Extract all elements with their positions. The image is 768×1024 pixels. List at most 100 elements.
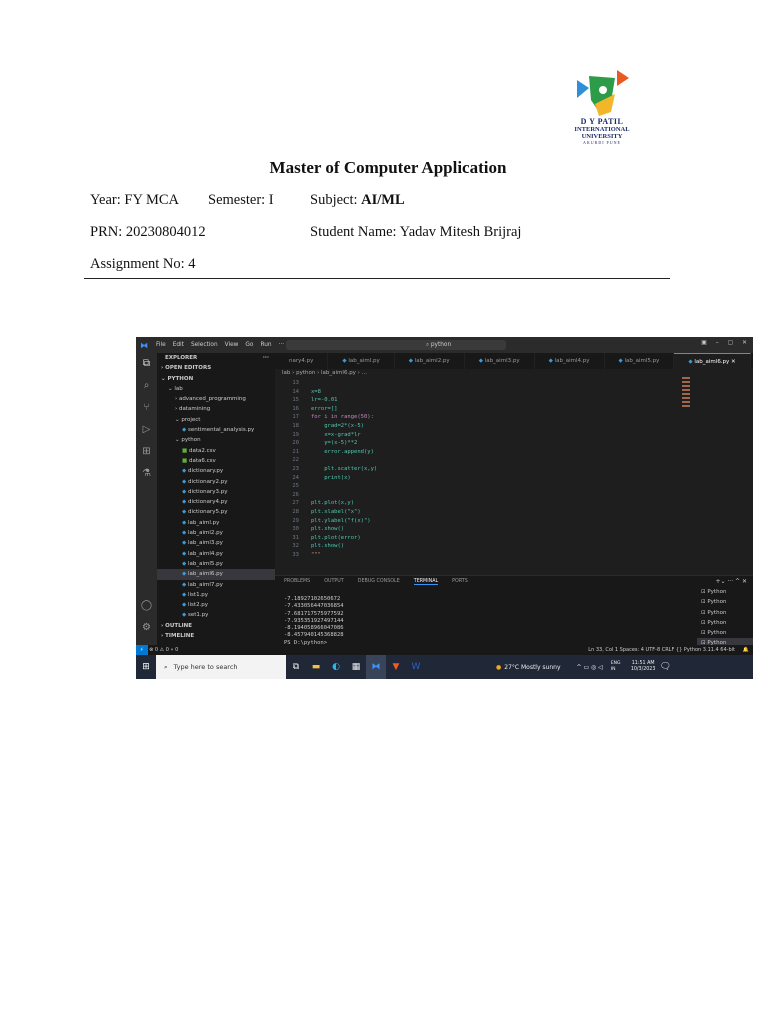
explorer-item-label: › OUTLINE	[161, 622, 192, 629]
status-info[interactable]: Ln 33, Col 1 Spaces: 4 UTF-8 CRLF {} Pyt…	[588, 645, 735, 655]
menu-item[interactable]: Run	[260, 342, 271, 348]
explorer-item[interactable]: ◆ dictionary3.py	[157, 487, 275, 497]
task-view-icon[interactable]: ⧉	[286, 655, 306, 679]
clock[interactable]: 11:51 AM 10/3/2023	[631, 661, 656, 673]
explorer-item[interactable]: ■ data6.csv	[157, 456, 275, 466]
terminal-instance[interactable]: ⊡ Python	[697, 608, 753, 618]
explorer-item[interactable]: › advanced_programming	[157, 394, 275, 404]
editor-tab[interactable]: ◆ lab_aiml4.py	[535, 353, 605, 369]
code-line: 20 y=(x-5)**2	[275, 439, 735, 448]
explorer-item[interactable]: ◆ lab_aiml.py	[157, 518, 275, 528]
explorer-item[interactable]: ◆ sentimental_analysis.py	[157, 425, 275, 435]
command-search[interactable]: ⌕ python	[286, 340, 506, 350]
explorer-item-label: dictionary2.py	[187, 478, 228, 485]
editor-tab[interactable]: nary4.py	[275, 353, 329, 369]
explorer-item[interactable]: › TIMELINE	[157, 631, 275, 641]
vscode-taskbar-icon[interactable]: ⧓	[366, 655, 386, 679]
explorer-item[interactable]: ◆ lab_aiml7.py	[157, 580, 275, 590]
editor-tab[interactable]: ◆ lab_aiml.py	[328, 353, 395, 369]
terminal-instance[interactable]: ⊡ Python	[697, 597, 753, 607]
terminal-instance[interactable]: ⊡ Python	[697, 618, 753, 628]
explorer-item-label: lab_aiml5.py	[187, 560, 223, 567]
explorer-item-label: data2.csv	[188, 447, 216, 454]
extensions-icon[interactable]: ⊞	[136, 441, 157, 463]
windows-start-icon[interactable]: ⊞	[136, 655, 156, 679]
explorer-item[interactable]: ⌄ PYTHON	[157, 374, 275, 384]
menu-item[interactable]: Edit	[173, 342, 184, 348]
settings-gear-icon[interactable]: ⚙	[136, 617, 157, 639]
explorer-item[interactable]: ◆ dictionary.py	[157, 466, 275, 476]
explorer-item[interactable]: ◆ dictionary2.py	[157, 477, 275, 487]
testing-icon[interactable]: ⚗	[136, 463, 157, 485]
editor-tab[interactable]: ◆ lab_aiml5.py	[605, 353, 675, 369]
panel-tab[interactable]: PROBLEMS	[284, 579, 310, 585]
menu-item[interactable]: Go	[245, 342, 253, 348]
code-editor[interactable]: 13 14 x=8 15 lr=-0.01 16 error=[] 17 for i in ra…	[275, 379, 735, 559]
panel-tab[interactable]: DEBUG CONSOLE	[358, 579, 400, 585]
file-explorer-icon[interactable]: ▬	[306, 655, 326, 679]
status-problems[interactable]: ⊗ 0 ⚠ 0 ⑂ 0	[149, 647, 178, 653]
explorer-item-label: sentimental_analysis.py	[187, 427, 255, 434]
year: Year: FY MCA	[90, 192, 180, 208]
brave-icon[interactable]: ▼	[386, 655, 406, 679]
editor-actions[interactable]: ▷⌄ ▥ ···	[751, 353, 753, 369]
explorer-item[interactable]: ⌄ python	[157, 435, 275, 445]
explorer-item[interactable]: ◆ lab_aiml2.py	[157, 528, 275, 538]
explorer-item[interactable]: ◆ lab_aiml3.py	[157, 538, 275, 548]
explorer-item[interactable]: ◆ list1.py	[157, 590, 275, 600]
editor-tab[interactable]: ◆ lab_aiml3.py	[465, 353, 535, 369]
csv-file-icon: ■	[182, 457, 189, 464]
explorer-item-label: › TIMELINE	[161, 633, 195, 640]
panel-tab[interactable]: OUTPUT	[324, 579, 344, 585]
word-icon[interactable]: W	[406, 655, 426, 679]
menu-item[interactable]: ···	[279, 342, 285, 348]
terminal-instance[interactable]: ⊡ Python	[697, 587, 753, 597]
menu-item[interactable]: File	[156, 342, 166, 348]
line-text: plt.show()	[311, 526, 345, 533]
code-line: 14 x=8	[275, 388, 735, 397]
panel-tab[interactable]: TERMINAL	[413, 579, 439, 585]
explorer-icon[interactable]: ⧉	[136, 353, 157, 375]
explorer-item[interactable]: ◆ lab_aiml5.py	[157, 559, 275, 569]
language-indicator[interactable]: ENG IN	[611, 661, 625, 673]
notification-icon[interactable]: 🗨	[655, 655, 675, 679]
account-icon[interactable]: ◯	[136, 595, 157, 617]
weather[interactable]: ● 27°C Mostly sunny	[496, 664, 561, 671]
terminal-instance[interactable]: ⊡ Python	[697, 628, 753, 638]
edge-icon[interactable]: ◐	[326, 655, 346, 679]
terminal-panel: PROBLEMS OUTPUT DEBUG CONSOLE TERMINAL PORTS…	[275, 575, 753, 649]
panel-tab[interactable]: PORTS	[452, 579, 468, 585]
explorer-item[interactable]: ◆ lab_aiml4.py	[157, 549, 275, 559]
explorer-item[interactable]: ◆ dictionary4.py	[157, 497, 275, 507]
explorer-item[interactable]: › OPEN EDITORS	[157, 363, 275, 373]
explorer-item[interactable]: ◆ dictionary5.py	[157, 507, 275, 517]
line-number: 25	[292, 483, 299, 490]
page-title: Master of Computer Application	[269, 158, 507, 177]
explorer-item[interactable]: ⌄ lab	[157, 384, 275, 394]
explorer-item[interactable]: ◆ lab_aiml6.py	[157, 569, 275, 580]
explorer-item[interactable]: ◆ list2.py	[157, 600, 275, 610]
line-number: 29	[292, 517, 299, 524]
taskbar-search[interactable]: ⌕ Type here to search	[156, 655, 286, 679]
explorer-item[interactable]: ⌄ project	[157, 415, 275, 425]
explorer-item[interactable]: › OUTLINE	[157, 621, 275, 631]
panel-actions[interactable]: +⌄ ··· ^ ✕	[715, 578, 747, 585]
explorer-item[interactable]: ■ data2.csv	[157, 446, 275, 456]
csv-file-icon: ■	[182, 447, 189, 454]
search-icon[interactable]: ⌕	[136, 375, 157, 397]
prn: PRN: 20230804012	[90, 224, 206, 240]
line-number: 30	[292, 526, 299, 533]
explorer-item[interactable]: › datamining	[157, 404, 275, 414]
menu-item[interactable]: View	[225, 342, 239, 348]
editor-tab[interactable]: ◆ lab_aiml2.py	[395, 353, 465, 369]
title-bar: ⧓ File Edit Selection View Go Run ··· ⌕ python…	[136, 337, 753, 353]
terminal-output[interactable]: -7.18927102650672 -7.433056447036854 -7.68…	[284, 596, 344, 647]
source-control-icon[interactable]: ⑂	[136, 397, 157, 419]
explorer-item[interactable]: ◆ set1.py	[157, 610, 275, 620]
run-debug-icon[interactable]: ▷	[136, 419, 157, 441]
menu-item[interactable]: Selection	[191, 342, 218, 348]
explorer-item-label: lab_aiml6.py	[187, 571, 223, 578]
store-icon[interactable]: ▦	[346, 655, 366, 679]
explorer-item-label: dictionary3.py	[187, 488, 228, 495]
editor-tab[interactable]: ◆ lab_aiml6.py ✕	[674, 353, 751, 369]
